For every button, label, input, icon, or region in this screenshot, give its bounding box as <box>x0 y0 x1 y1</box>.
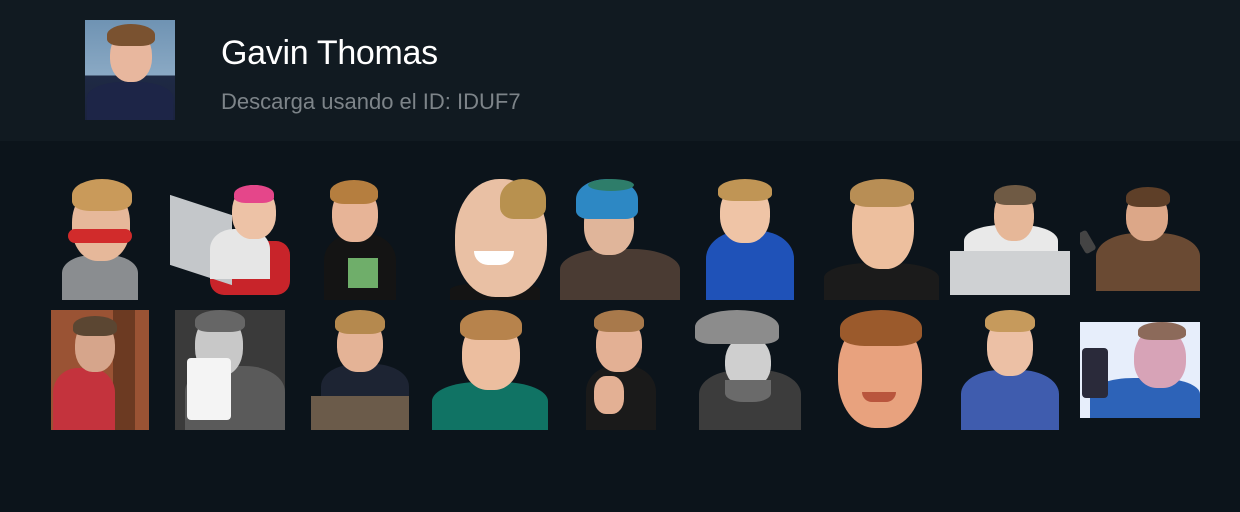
pack-header: Gavin Thomas Descarga usando el ID: IDUF… <box>0 0 1240 141</box>
sticker-item[interactable] <box>695 310 805 430</box>
avatar <box>85 20 175 120</box>
sticker-item[interactable] <box>170 185 290 295</box>
sticker-item[interactable] <box>950 185 1070 295</box>
sticker-item[interactable] <box>961 310 1059 430</box>
sticker-item[interactable] <box>311 310 409 430</box>
sticker-item[interactable] <box>706 179 794 300</box>
sticker-item[interactable] <box>1080 187 1200 291</box>
sticker-item[interactable] <box>836 310 924 430</box>
sticker-item[interactable] <box>824 179 939 300</box>
sticker-item[interactable] <box>51 310 149 430</box>
sticker-item[interactable] <box>586 310 656 430</box>
sticker-item[interactable] <box>432 310 548 430</box>
sticker-item[interactable] <box>440 179 550 300</box>
pack-title: Gavin Thomas <box>221 34 438 72</box>
sticker-item[interactable] <box>175 310 285 430</box>
sticker-item[interactable] <box>60 179 140 300</box>
sticker-item[interactable] <box>1080 322 1200 418</box>
pack-subtitle: Descarga usando el ID: IDUF7 <box>221 89 521 114</box>
sticker-item[interactable] <box>560 179 680 300</box>
sticker-grid <box>0 141 1240 512</box>
sticker-item[interactable] <box>324 180 396 300</box>
